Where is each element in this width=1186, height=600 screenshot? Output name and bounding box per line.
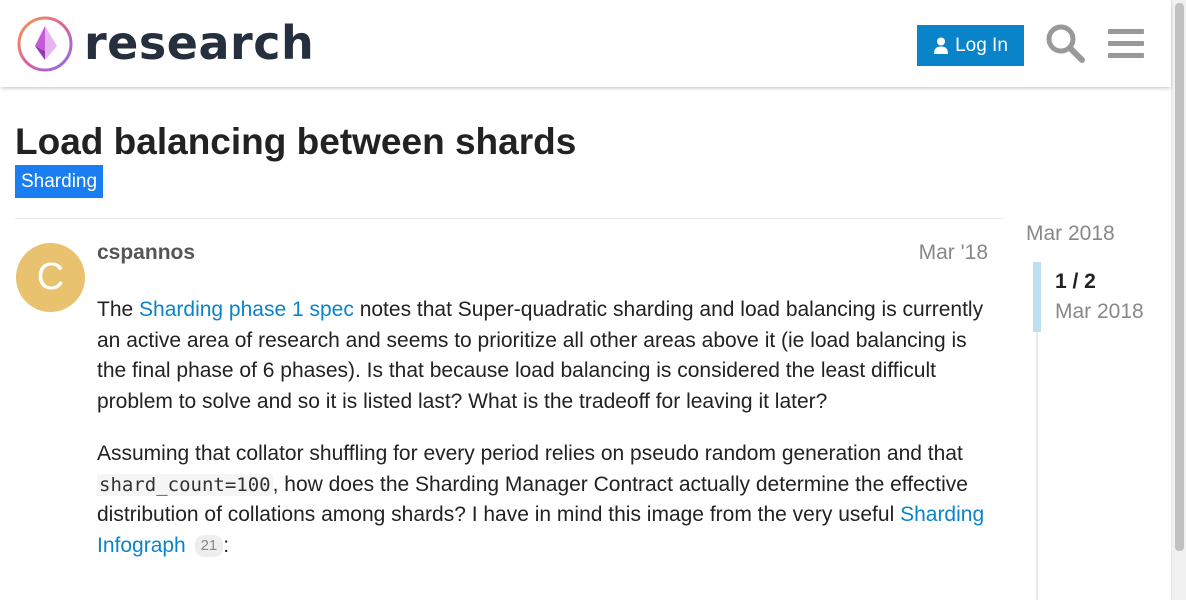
- site-name[interactable]: research: [84, 15, 314, 71]
- avatar[interactable]: C: [16, 243, 85, 312]
- title-divider: [15, 218, 1004, 219]
- post-username[interactable]: cspannos: [97, 240, 195, 266]
- search-icon[interactable]: [1044, 22, 1086, 64]
- post-date[interactable]: Mar '18: [919, 240, 988, 266]
- login-label: Log In: [955, 34, 1008, 56]
- text-run: Assuming that collator shuffling for eve…: [97, 442, 963, 465]
- post-body: The Sharding phase 1 spec notes that Sup…: [97, 295, 997, 583]
- topic-title[interactable]: Load balancing between shards: [15, 120, 576, 164]
- scrollbar-thumb[interactable]: [1175, 3, 1184, 551]
- login-button[interactable]: Log In: [917, 25, 1024, 66]
- page-scrollbar[interactable]: [1171, 0, 1186, 600]
- category-badge[interactable]: Sharding: [15, 165, 104, 198]
- inline-code: shard_count=100: [97, 473, 273, 496]
- logo-icon[interactable]: [16, 15, 74, 73]
- spec-link[interactable]: Sharding phase 1 spec: [139, 298, 354, 321]
- hamburger-menu-icon[interactable]: [1106, 26, 1146, 60]
- link-click-count: 21: [194, 534, 224, 557]
- text-run: :: [223, 533, 230, 557]
- timeline-handle[interactable]: [1033, 262, 1041, 332]
- user-icon: [934, 37, 949, 54]
- timeline-progress: 1 / 2: [1055, 270, 1096, 293]
- text-run: The: [97, 298, 140, 321]
- post-paragraph: Assuming that collator shuffling for eve…: [97, 439, 997, 561]
- site-header: research Log In: [0, 0, 1171, 87]
- post-paragraph: The Sharding phase 1 spec notes that Sup…: [97, 295, 997, 417]
- timeline-start-date[interactable]: Mar 2018: [1026, 221, 1115, 247]
- timeline-current-date: Mar 2018: [1055, 300, 1144, 323]
